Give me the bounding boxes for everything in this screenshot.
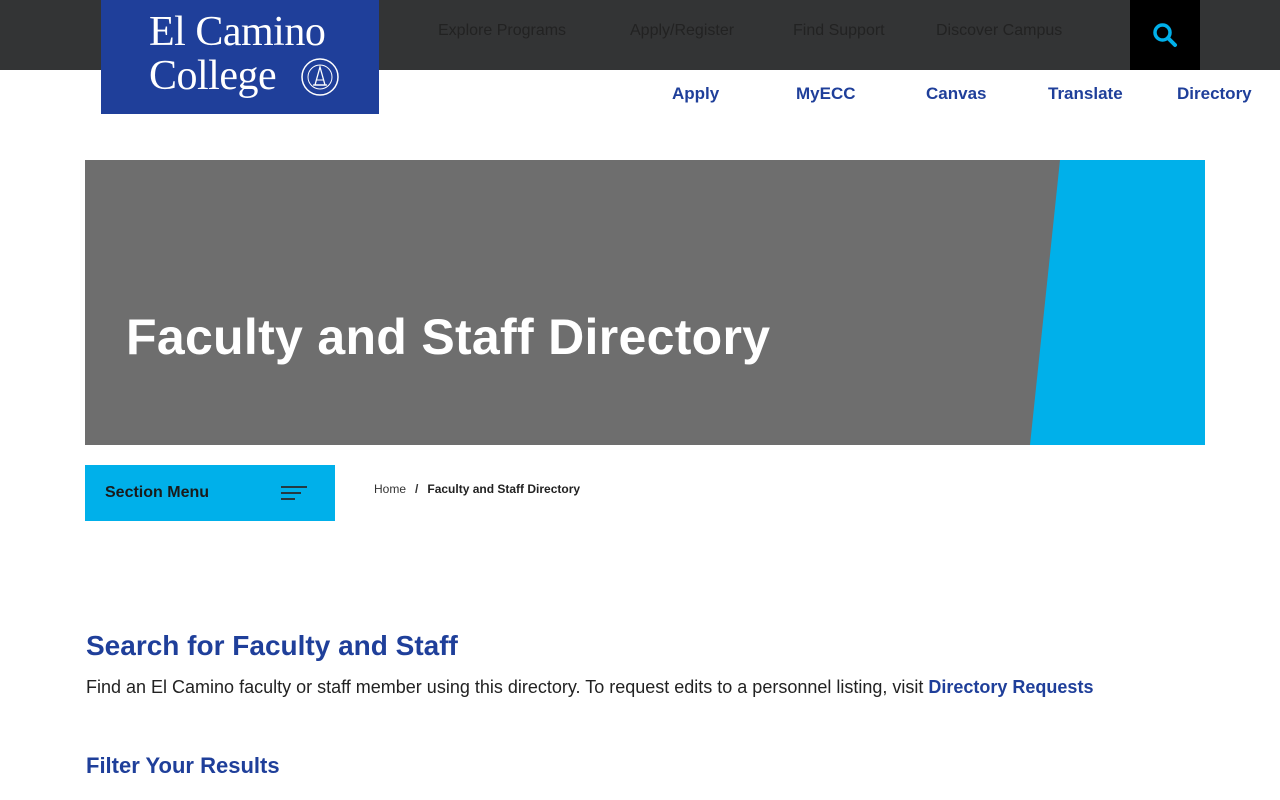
logo-text-line2: College	[149, 53, 277, 99]
page-title: Faculty and Staff Directory	[126, 309, 771, 365]
nav-discover-campus[interactable]: Discover Campus	[936, 0, 1062, 62]
hamburger-icon	[281, 486, 307, 500]
quick-link-translate[interactable]: Translate	[1048, 84, 1123, 104]
search-icon	[1153, 23, 1177, 47]
college-seal-icon	[301, 58, 339, 96]
quick-link-directory[interactable]: Directory	[1177, 84, 1252, 104]
hero-banner: Faculty and Staff Directory	[85, 160, 1205, 445]
breadcrumb-current: Faculty and Staff Directory	[427, 482, 581, 496]
intro-text: Find an El Camino faculty or staff membe…	[86, 677, 929, 697]
search-heading: Search for Faculty and Staff	[86, 630, 458, 661]
directory-requests-link[interactable]: Directory Requests	[928, 677, 1093, 697]
logo-text-line1: El Camino	[149, 9, 326, 55]
intro-paragraph: Find an El Camino faculty or staff membe…	[86, 677, 1093, 698]
breadcrumb: Home / Faculty and Staff Directory	[374, 482, 580, 496]
breadcrumb-separator: /	[415, 482, 419, 496]
quick-link-canvas[interactable]: Canvas	[926, 84, 986, 104]
college-logo[interactable]: El Camino College	[101, 0, 379, 114]
breadcrumb-home[interactable]: Home	[374, 482, 406, 496]
quick-link-apply[interactable]: Apply	[672, 84, 719, 104]
section-menu-label: Section Menu	[105, 484, 210, 501]
section-menu-button[interactable]: Section Menu	[85, 465, 335, 521]
nav-apply-register[interactable]: Apply/Register	[630, 0, 734, 62]
nav-find-support[interactable]: Find Support	[793, 0, 885, 62]
search-button[interactable]	[1130, 0, 1200, 70]
filter-heading: Filter Your Results	[86, 753, 280, 778]
nav-explore-programs[interactable]: Explore Programs	[438, 0, 566, 62]
hero-accent-shape	[1030, 160, 1205, 445]
quick-link-myecc[interactable]: MyECC	[796, 84, 856, 104]
